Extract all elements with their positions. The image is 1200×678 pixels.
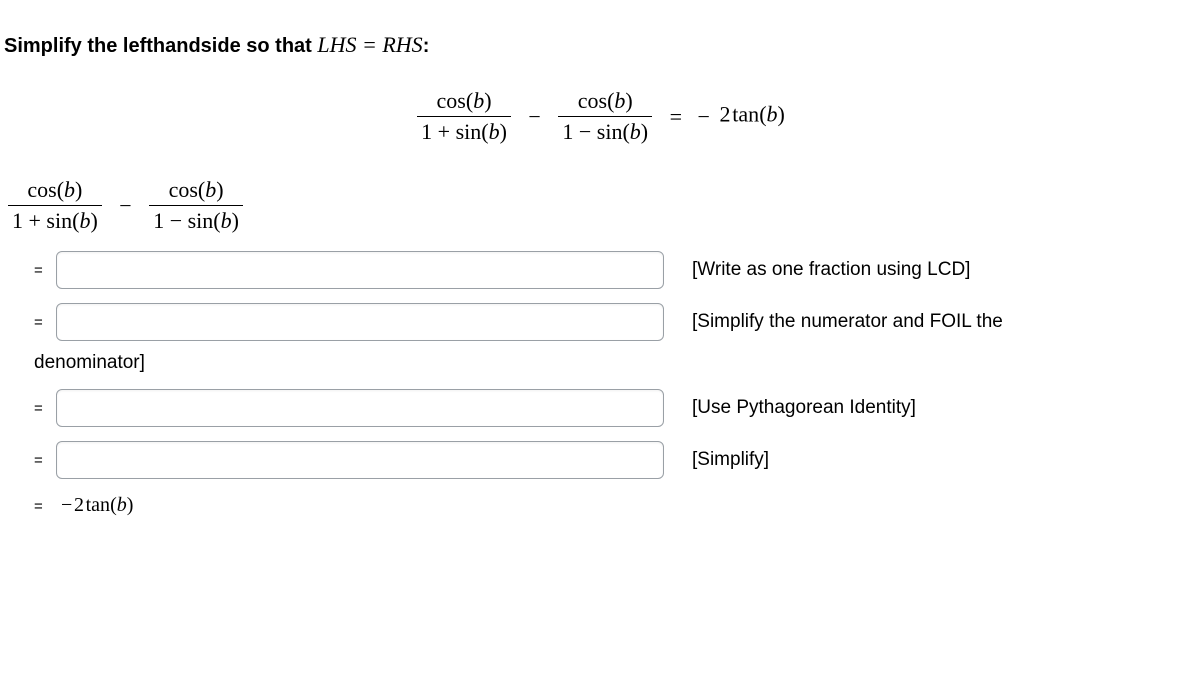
final-neg: − bbox=[61, 494, 72, 516]
step-1-equals: = bbox=[34, 262, 50, 279]
main-frac-2: cos(b) 1 − sin(b) bbox=[558, 88, 652, 145]
step-3-input[interactable] bbox=[56, 389, 664, 427]
step-1-input[interactable] bbox=[56, 251, 664, 289]
step-row-3: = [Use Pythagorean Identity] bbox=[0, 382, 1200, 434]
page: Simplify the lefthandside so that LHS = … bbox=[0, 0, 1200, 541]
step-3-hint: [Use Pythagorean Identity] bbox=[692, 397, 916, 419]
step-4-hint: [Simplify] bbox=[692, 449, 769, 471]
final-arg: (b) bbox=[110, 494, 133, 516]
step-4-equals: = bbox=[34, 452, 50, 469]
main-minus: − bbox=[528, 104, 540, 130]
main-frac-1-den: 1 + sin(b) bbox=[417, 116, 511, 145]
step-2-hint-cont: denominator] bbox=[0, 348, 1200, 382]
lhs-starting-expression: cos(b) 1 + sin(b) − cos(b) 1 − sin(b) bbox=[0, 173, 1200, 244]
heading-lhs: LHS bbox=[317, 32, 356, 57]
main-rhs-coef: 2 bbox=[719, 102, 730, 127]
main-frac-1: cos(b) 1 + sin(b) bbox=[417, 88, 511, 145]
lhs-minus: − bbox=[119, 193, 131, 219]
lhs-frac-1-den: 1 + sin(b) bbox=[8, 205, 102, 234]
step-2-equals: = bbox=[34, 314, 50, 331]
lhs-frac-2-num: cos(b) bbox=[149, 177, 243, 205]
lhs-frac-1: cos(b) 1 + sin(b) bbox=[8, 177, 102, 234]
lhs-frac-2: cos(b) 1 − sin(b) bbox=[149, 177, 243, 234]
lhs-frac-2-den: 1 − sin(b) bbox=[149, 205, 243, 234]
step-1-hint: [Write as one fraction using LCD] bbox=[692, 259, 970, 281]
heading-rhs: RHS bbox=[382, 32, 422, 57]
step-row-2: = [Simplify the numerator and FOIL the bbox=[0, 296, 1200, 348]
final-fn: tan bbox=[86, 494, 110, 516]
main-equals: = bbox=[670, 104, 682, 130]
lhs-frac-1-num: cos(b) bbox=[8, 177, 102, 205]
main-frac-2-den: 1 − sin(b) bbox=[558, 116, 652, 145]
final-coef: 2 bbox=[74, 494, 84, 516]
step-2-hint: [Simplify the numerator and FOIL the bbox=[692, 311, 1003, 333]
heading-eq: = bbox=[357, 32, 383, 57]
main-frac-2-num: cos(b) bbox=[558, 88, 652, 116]
main-rhs-neg: − bbox=[698, 104, 710, 130]
final-equals: = bbox=[34, 498, 50, 515]
step-3-equals: = bbox=[34, 400, 50, 417]
step-row-1: = [Write as one fraction using LCD] bbox=[0, 244, 1200, 296]
main-frac-1-num: cos(b) bbox=[417, 88, 511, 116]
main-equation: cos(b) 1 + sin(b) − cos(b) 1 − sin(b) = … bbox=[0, 70, 1200, 173]
heading-suffix: : bbox=[423, 35, 430, 57]
heading-prefix: Simplify the lefthandside so that bbox=[4, 35, 317, 57]
final-row: = − 2 tan(b) bbox=[0, 486, 1200, 521]
main-rhs-fn: tan bbox=[732, 102, 759, 127]
step-2-input[interactable] bbox=[56, 303, 664, 341]
problem-heading: Simplify the lefthandside so that LHS = … bbox=[0, 8, 1200, 70]
main-rhs-arg: (b) bbox=[759, 102, 785, 127]
step-row-4: = [Simplify] bbox=[0, 434, 1200, 486]
step-4-input[interactable] bbox=[56, 441, 664, 479]
